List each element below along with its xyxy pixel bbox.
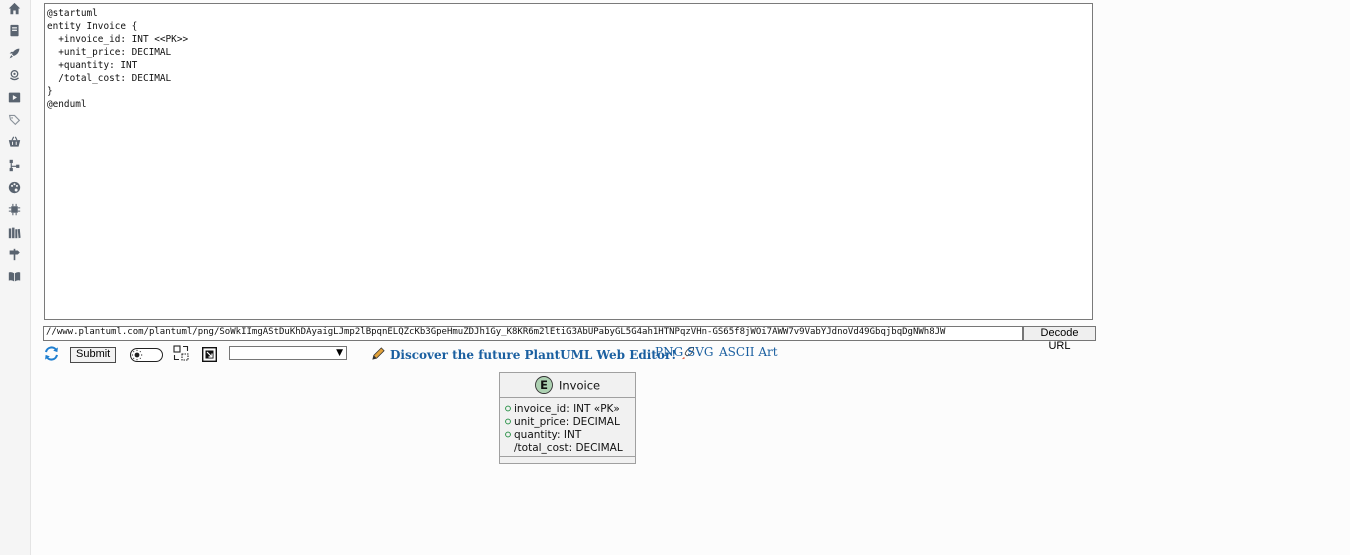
play-icon[interactable] bbox=[7, 90, 21, 104]
rocket-icon[interactable] bbox=[7, 46, 21, 60]
tags-icon[interactable] bbox=[7, 112, 21, 126]
book-icon[interactable] bbox=[7, 23, 21, 37]
home-icon[interactable] bbox=[7, 1, 21, 15]
toolbar: Submit ▼ Discover the future PlantUML We… bbox=[43, 344, 1143, 364]
diagram-preview: E Invoice invoice_id: INT «PK» unit_pric… bbox=[499, 372, 636, 465]
library-icon[interactable] bbox=[7, 225, 21, 239]
field-quantity: quantity: INT bbox=[514, 429, 582, 441]
chevron-down-icon: ▼ bbox=[336, 348, 343, 358]
main-area: @startuml entity Invoice { +invoice_id: … bbox=[31, 0, 1350, 555]
source-editor[interactable]: @startuml entity Invoice { +invoice_id: … bbox=[44, 3, 1093, 320]
diagram-type-select[interactable]: ▼ bbox=[229, 346, 347, 360]
cloud-icon[interactable] bbox=[7, 68, 21, 82]
ascii-art-link[interactable]: ASCII Art bbox=[719, 345, 778, 359]
sitemap-icon[interactable] bbox=[7, 158, 21, 172]
decode-url-button[interactable]: Decode URL bbox=[1023, 326, 1096, 352]
refresh-icon[interactable] bbox=[43, 345, 60, 362]
sidebar bbox=[0, 0, 31, 555]
entity-badge-letter: E bbox=[540, 378, 548, 392]
popout-icon[interactable] bbox=[201, 346, 218, 363]
discover-label: Discover the future PlantUML Web Editor! bbox=[390, 348, 677, 362]
field-invoice-id: invoice_id: INT «PK» bbox=[514, 403, 620, 415]
chip-icon[interactable] bbox=[7, 202, 21, 216]
pencil-icon bbox=[371, 346, 386, 364]
theme-toggle[interactable] bbox=[130, 347, 163, 362]
swap-layout-icon[interactable] bbox=[173, 345, 189, 361]
palette-icon[interactable] bbox=[7, 180, 21, 194]
submit-button[interactable]: Submit bbox=[70, 347, 117, 363]
field-unit-price: unit_price: DECIMAL bbox=[514, 416, 620, 428]
signpost-icon[interactable] bbox=[7, 247, 21, 261]
png-link[interactable]: PNG bbox=[655, 345, 683, 359]
entity-invoice: E Invoice invoice_id: INT «PK» unit_pric… bbox=[499, 372, 636, 464]
encoded-url-input[interactable]: //www.plantuml.com/plantuml/png/SoWkIImg… bbox=[43, 326, 1023, 341]
svg-link[interactable]: SVG bbox=[687, 345, 713, 359]
discover-editor-link[interactable]: Discover the future PlantUML Web Editor! bbox=[371, 346, 695, 364]
field-total-cost: /total_cost: DECIMAL bbox=[514, 442, 623, 454]
open-book-icon[interactable] bbox=[7, 269, 21, 283]
entity-title: Invoice bbox=[559, 379, 600, 393]
basket-icon[interactable] bbox=[7, 135, 21, 149]
url-row: //www.plantuml.com/plantuml/png/SoWkIImg… bbox=[43, 326, 1096, 352]
